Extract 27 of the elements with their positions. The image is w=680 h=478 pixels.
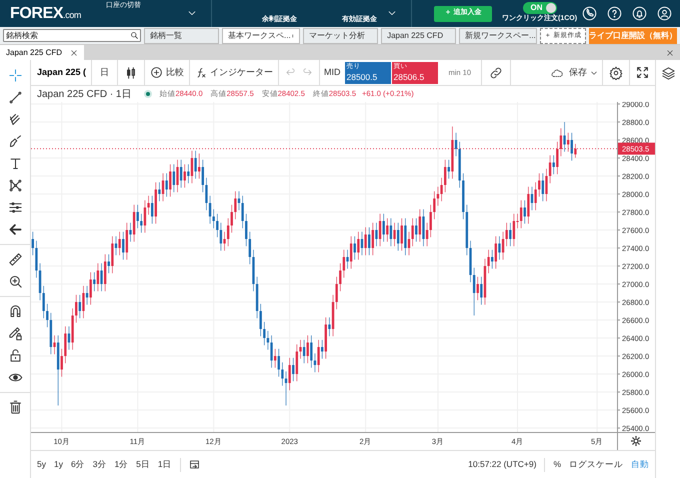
range-button[interactable]: 6分 [70,458,85,471]
workspace-tab[interactable]: マーケット分析 [303,28,378,44]
symbol-field[interactable]: Japan 225 ( [31,66,91,80]
logo: FOREX.com [10,4,82,24]
interval-button[interactable]: 日 [92,66,117,80]
clock-label: 10:57:22 (UTC+9) [468,458,536,471]
workspace-tab[interactable]: Japan 225 CFD [381,28,456,44]
workspace-tab[interactable]: 銘柄一覧 [144,28,220,44]
log-scale-button[interactable]: ログスケール [569,458,623,471]
range-button[interactable]: 3分 [92,458,106,471]
workspace-tab[interactable]: 基本ワークスペ... [222,28,300,44]
price-mode-label: MID [323,66,342,79]
range-button[interactable]: 5日 [136,458,150,471]
panel-tab-label: Japan 225 CFD [6,46,62,58]
search-field[interactable]: 銘柄検索 [3,29,141,42]
compare-button[interactable]: 比較 [145,66,189,80]
range-button[interactable]: 1分 [114,458,128,471]
range-button[interactable]: 1y [54,458,63,471]
range-button[interactable]: 1日 [158,458,172,471]
range-button[interactable]: 5y [37,458,46,471]
panel-tab[interactable]: Japan 225 CFD [0,45,84,60]
auto-scale-button[interactable]: 自動 [631,458,649,471]
percent-button[interactable]: % [553,458,561,471]
indicators-button[interactable]: インジケーター [190,66,278,80]
workspace-tab[interactable]: 新規ワークスペー... [459,28,538,44]
chart-title: Japan 225 CFD · 1日 [37,88,132,102]
save-button[interactable]: 保存 [544,66,602,80]
